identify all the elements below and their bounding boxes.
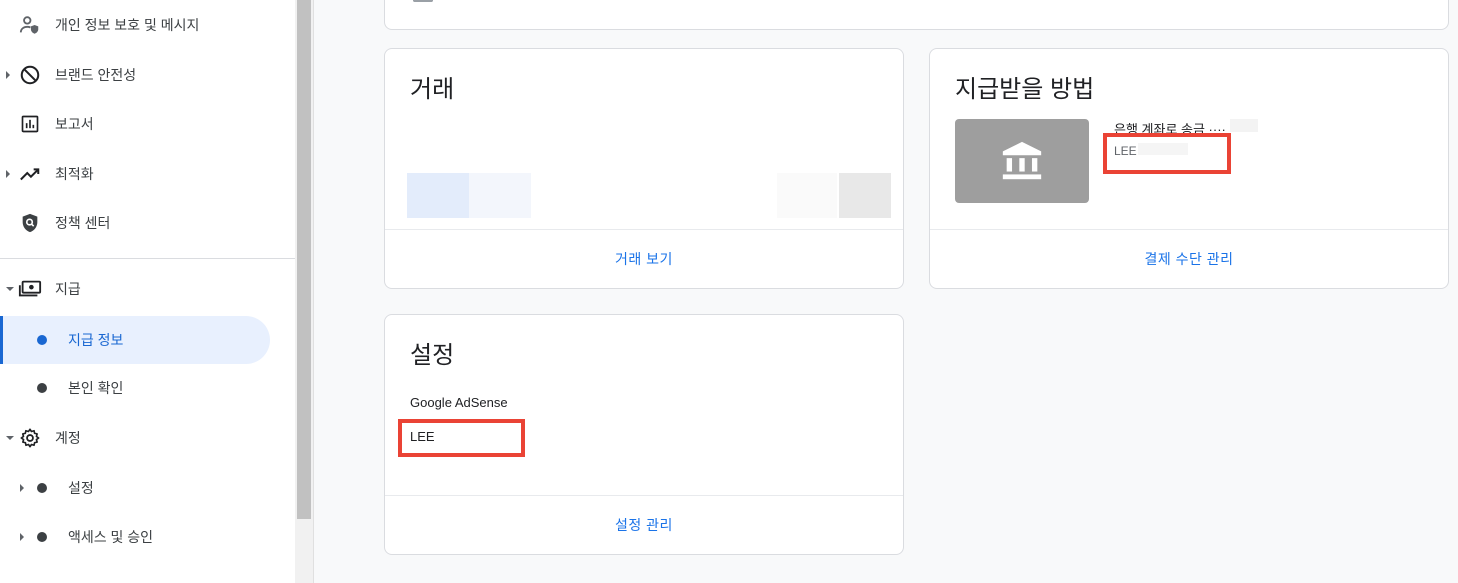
card-icon (413, 0, 433, 2)
payments-icon (18, 277, 42, 301)
redacted-block (1230, 119, 1258, 132)
sidebar-item-account[interactable]: 계정 (0, 414, 270, 462)
sidebar-item-label: 지급 (55, 281, 81, 297)
chevron-right-icon[interactable] (20, 484, 24, 492)
settings-card: 설정 Google AdSense LEE 설정 관리 (384, 314, 904, 555)
redacted-block (777, 173, 837, 218)
sidebar-item-label: 보고서 (55, 116, 94, 132)
sidebar-item-label: 개인 정보 보호 및 메시지 (55, 17, 200, 33)
card-title: 지급받을 방법 (955, 76, 1095, 103)
sidebar-item-label: 정책 센터 (55, 215, 111, 231)
sidebar-item-access-authorization[interactable]: 액세스 및 승인 (0, 513, 270, 561)
card-footer: 거래 보기 (385, 229, 903, 288)
card-title: 설정 (410, 342, 455, 369)
bar-chart-icon (18, 112, 42, 136)
transactions-card: 거래 거래 보기 (384, 48, 904, 289)
card-footer: 설정 관리 (385, 495, 903, 554)
sidebar-item-optimization[interactable]: 최적화 (0, 150, 270, 198)
redacted-block (469, 173, 531, 218)
highlight-box (1103, 133, 1231, 174)
content-divider (313, 0, 314, 583)
block-icon (18, 63, 42, 87)
sidebar-item-settings[interactable]: 설정 (0, 464, 270, 512)
sidebar-item-identity-verification[interactable]: 본인 확인 (0, 364, 270, 412)
top-card-partial (384, 0, 1449, 30)
policy-shield-icon (18, 211, 42, 235)
trending-up-icon (18, 162, 42, 186)
redacted-block (839, 173, 891, 218)
gear-icon (18, 426, 42, 450)
sidebar-item-payments[interactable]: 지급 (0, 265, 270, 313)
card-title: 거래 (410, 76, 455, 103)
chevron-down-icon[interactable] (6, 287, 14, 291)
sidebar-item-payment-info[interactable]: 지급 정보 (0, 316, 270, 364)
sidebar-item-label: 설정 (68, 480, 94, 496)
sidebar-item-label: 브랜드 안전성 (55, 67, 137, 83)
view-transactions-link[interactable]: 거래 보기 (615, 249, 673, 269)
manage-settings-link[interactable]: 설정 관리 (615, 515, 673, 535)
sidebar-scrollbar-thumb[interactable] (297, 0, 311, 519)
chevron-right-icon[interactable] (20, 533, 24, 541)
manage-payment-methods-link[interactable]: 결제 수단 관리 (1144, 249, 1233, 269)
sidebar-item-brand-safety[interactable]: 브랜드 안전성 (0, 51, 270, 99)
sidebar-item-reports[interactable]: 보고서 (0, 100, 270, 148)
highlight-box (398, 419, 525, 457)
sidebar-item-label: 액세스 및 승인 (68, 529, 154, 545)
sidebar-item-privacy-messaging[interactable]: 개인 정보 보호 및 메시지 (0, 1, 270, 49)
redacted-block (407, 173, 469, 218)
bank-icon (1002, 141, 1042, 180)
chevron-down-icon[interactable] (6, 436, 14, 440)
chevron-right-icon[interactable] (6, 71, 10, 79)
person-shield-icon (18, 13, 42, 37)
product-name: Google AdSense (410, 395, 508, 410)
sidebar-item-label: 계정 (55, 430, 81, 446)
bullet-icon (37, 532, 47, 542)
bullet-icon (37, 335, 47, 345)
sidebar-divider (0, 258, 295, 259)
card-footer: 결제 수단 관리 (930, 229, 1448, 288)
sidebar-item-policy-center[interactable]: 정책 센터 (0, 199, 270, 247)
bank-tile (955, 119, 1089, 203)
sidebar-item-label: 최적화 (55, 166, 94, 182)
payout-method-card: 지급받을 방법 은행 계좌로 송금 ···· LEE 결제 수단 관리 (929, 48, 1449, 289)
bullet-icon (37, 383, 47, 393)
sidebar: 개인 정보 보호 및 메시지 브랜드 안전성 보고서 최적화 정책 센터 지급 (0, 0, 295, 583)
chevron-right-icon[interactable] (6, 170, 10, 178)
bullet-icon (37, 483, 47, 493)
sidebar-item-label: 본인 확인 (68, 380, 124, 396)
sidebar-item-label: 지급 정보 (68, 332, 124, 348)
